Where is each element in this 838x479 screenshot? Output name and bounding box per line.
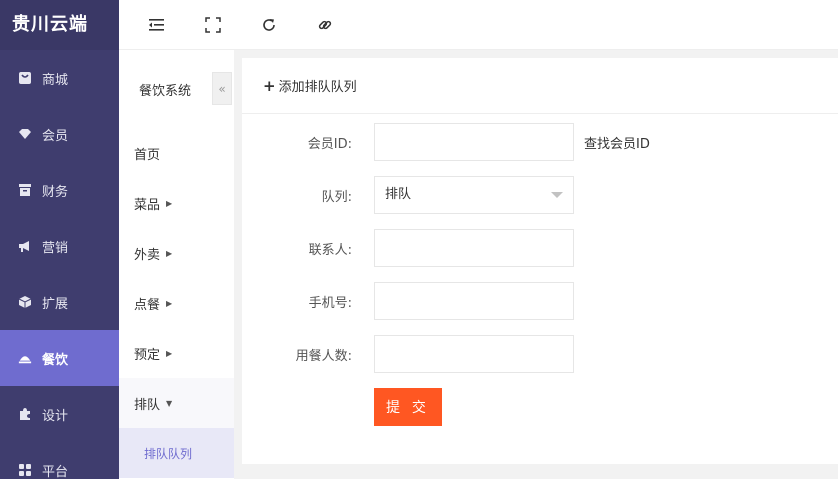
contact-input[interactable] <box>374 229 574 267</box>
phone-label: 手机号: <box>309 292 352 311</box>
sub-navigation: 餐饮系统 « 首页 菜品 ▶ 外卖 ▶ 点餐 ▶ 预定 ▶ 排队 ▼ 排队队列 <box>119 50 234 479</box>
member-id-input[interactable] <box>374 123 574 161</box>
queue-select[interactable]: 排队 <box>374 176 574 214</box>
megaphone-icon <box>18 239 32 253</box>
subnav-item-label: 首页 <box>134 144 160 163</box>
sidebar-item-shop[interactable]: 商城 <box>0 50 119 106</box>
subnav-item-dishes[interactable]: 菜品 ▶ <box>119 178 234 228</box>
sidebar-item-member[interactable]: 会员 <box>0 106 119 162</box>
caret-right-icon: ▶ <box>166 249 172 258</box>
form-row-phone: 手机号: <box>242 282 838 320</box>
content-panel: + 添加排队队列 会员ID: 查找会员ID 队列: 排队 联系人: 手机号: 用… <box>242 58 838 464</box>
sidebar-item-label: 扩展 <box>42 293 68 312</box>
phone-input[interactable] <box>374 282 574 320</box>
refresh-icon[interactable] <box>260 16 278 34</box>
caret-right-icon: ▶ <box>166 199 172 208</box>
caret-down-icon: ▼ <box>166 399 172 408</box>
sidebar-item-label: 平台 <box>42 461 68 479</box>
caret-right-icon: ▶ <box>166 299 172 308</box>
subnav-item-home[interactable]: 首页 <box>119 128 234 178</box>
cube-icon <box>18 295 32 309</box>
plus-icon: + <box>263 77 276 95</box>
subnav-header: 餐饮系统 « <box>119 50 234 128</box>
sidebar-item-design[interactable]: 设计 <box>0 386 119 442</box>
subnav-item-label: 预定 <box>134 344 160 363</box>
subnav-child-queue-list[interactable]: 排队队列 <box>119 428 234 478</box>
form-row-queue: 队列: 排队 <box>242 176 838 214</box>
sidebar-item-platform[interactable]: 平台 <box>0 442 119 479</box>
subnav-item-label: 菜品 <box>134 194 160 213</box>
collapse-subnav-button[interactable]: « <box>212 72 232 105</box>
form-row-contact: 联系人: <box>242 229 838 267</box>
subnav-title: 餐饮系统 <box>139 80 191 99</box>
fullscreen-icon[interactable] <box>204 16 222 34</box>
member-id-label: 会员ID: <box>308 133 352 152</box>
contact-label: 联系人: <box>309 239 352 258</box>
form-row-member-id: 会员ID: 查找会员ID <box>242 123 838 161</box>
sidebar-item-label: 商城 <box>42 69 68 88</box>
top-toolbar <box>119 0 838 50</box>
brand-title: 贵川云端 <box>0 0 119 50</box>
puzzle-icon <box>18 407 32 421</box>
dropdown-arrow-icon <box>551 192 563 198</box>
subnav-item-ordering[interactable]: 点餐 ▶ <box>119 278 234 328</box>
queue-select-value: 排队 <box>385 187 411 202</box>
subnav-item-label: 点餐 <box>134 294 160 313</box>
main-sidebar: 贵川云端 商城 会员 财务 营销 扩展 餐饮 <box>0 0 119 479</box>
shop-icon <box>18 71 32 85</box>
link-icon[interactable] <box>316 16 334 34</box>
queue-label: 队列: <box>322 186 352 205</box>
sidebar-item-marketing[interactable]: 营销 <box>0 218 119 274</box>
find-member-link[interactable]: 查找会员ID <box>584 133 650 152</box>
sidebar-item-label: 设计 <box>42 405 68 424</box>
submit-button[interactable]: 提 交 <box>374 388 442 426</box>
sidebar-item-label: 营销 <box>42 237 68 256</box>
subnav-item-label: 排队 <box>134 394 160 413</box>
subnav-item-queue[interactable]: 排队 ▼ <box>119 378 234 428</box>
panel-header: + 添加排队队列 <box>242 58 838 114</box>
sidebar-item-extend[interactable]: 扩展 <box>0 274 119 330</box>
diners-input[interactable] <box>374 335 574 373</box>
subnav-item-reservation[interactable]: 预定 ▶ <box>119 328 234 378</box>
sidebar-item-finance[interactable]: 财务 <box>0 162 119 218</box>
sidebar-item-label: 会员 <box>42 125 68 144</box>
cloche-icon <box>18 351 32 365</box>
menu-collapse-icon[interactable] <box>148 16 166 34</box>
sidebar-item-catering[interactable]: 餐饮 <box>0 330 119 386</box>
sidebar-item-label: 财务 <box>42 181 68 200</box>
subnav-item-takeout[interactable]: 外卖 ▶ <box>119 228 234 278</box>
archive-icon <box>18 183 32 197</box>
sidebar-item-label: 餐饮 <box>42 349 68 368</box>
diamond-icon <box>18 127 32 141</box>
diners-label: 用餐人数: <box>296 345 352 364</box>
subnav-item-label: 外卖 <box>134 244 160 263</box>
panel-title: 添加排队队列 <box>279 76 357 95</box>
grid-icon <box>18 463 32 477</box>
caret-right-icon: ▶ <box>166 349 172 358</box>
form-row-diners: 用餐人数: <box>242 335 838 373</box>
